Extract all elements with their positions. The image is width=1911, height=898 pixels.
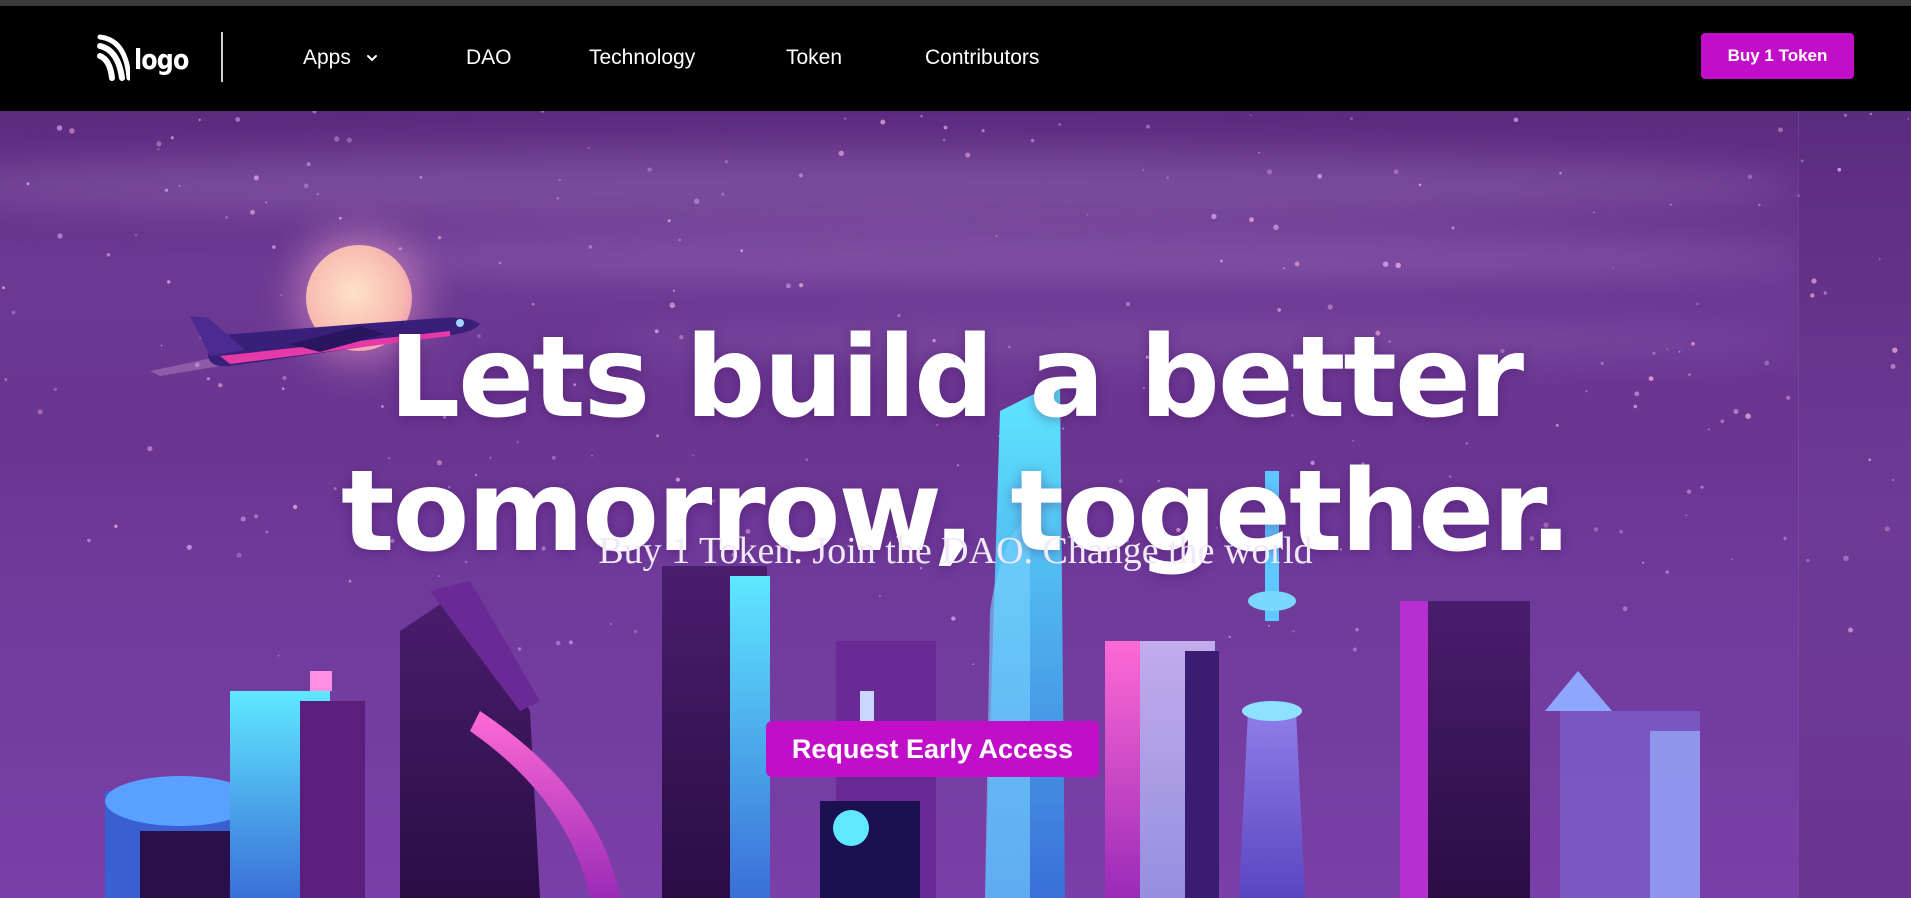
nav-divider — [221, 32, 223, 82]
nav-item-contributors[interactable]: Contributors — [925, 46, 1039, 70]
logo[interactable]: logo — [96, 34, 198, 84]
nav-item-apps[interactable]: Apps — [303, 46, 379, 70]
navbar: logo Apps DAO Technology Token Contribut… — [0, 6, 1911, 111]
buy-token-button[interactable]: Buy 1 Token — [1701, 33, 1854, 79]
nav-item-label: Apps — [303, 46, 351, 69]
hero-headline-line1: Lets build a better — [388, 313, 1524, 444]
hero-section: Lets build a better tomorrow, together. … — [0, 111, 1911, 898]
request-early-access-button[interactable]: Request Early Access — [766, 721, 1099, 777]
nav-item-technology[interactable]: Technology — [589, 46, 695, 70]
logo-waves-icon — [97, 34, 130, 81]
nav-item-token[interactable]: Token — [786, 46, 842, 70]
logo-text: logo — [134, 42, 189, 76]
nav-item-label: Technology — [589, 46, 696, 69]
chevron-down-icon — [366, 55, 377, 62]
hero-subheadline: Buy 1 Token. Join the DAO. Change the wo… — [598, 530, 1313, 572]
nav-item-label: Token — [786, 46, 843, 69]
nav-item-label: Contributors — [925, 46, 1040, 69]
nav-item-label: DAO — [466, 46, 512, 69]
nav-item-dao[interactable]: DAO — [466, 46, 512, 70]
